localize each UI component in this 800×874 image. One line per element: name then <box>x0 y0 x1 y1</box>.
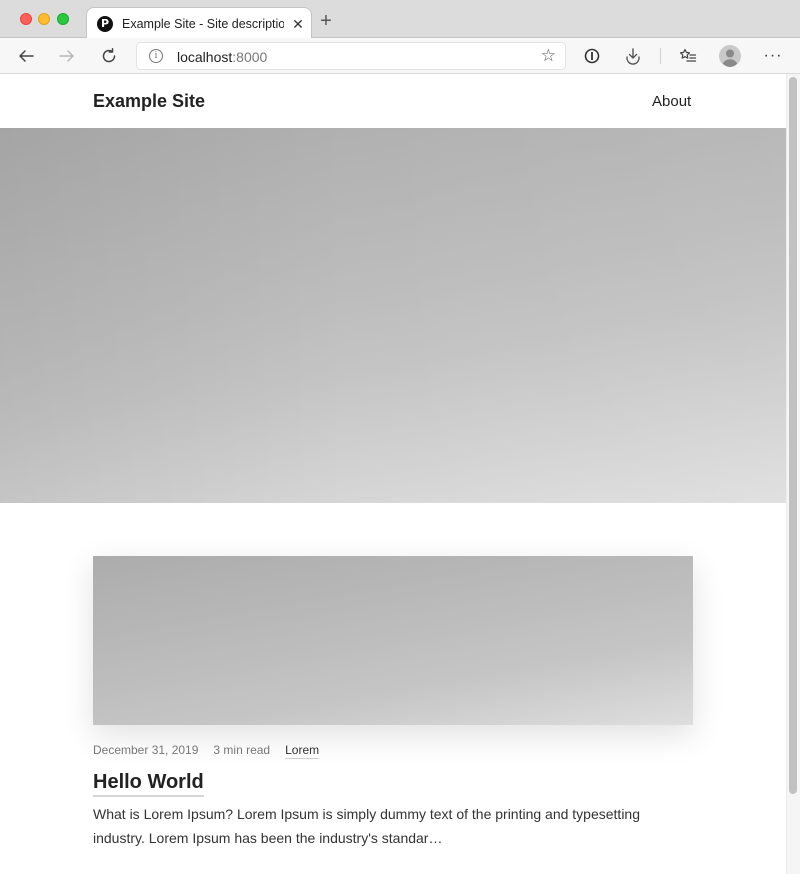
post-tag-link[interactable]: Lorem <box>285 743 320 759</box>
post-meta: December 31, 2019 3 min read Lorem <box>93 743 320 759</box>
downloads-icon[interactable] <box>621 44 645 68</box>
browser-tab[interactable]: P Example Site - Site description ✕ <box>86 7 312 39</box>
site-header: Example Site About <box>0 74 786 128</box>
favorites-list-icon[interactable] <box>676 44 700 68</box>
scrollbar-thumb[interactable] <box>789 77 797 794</box>
new-tab-icon[interactable]: + <box>316 11 336 31</box>
url-host: localhost <box>177 49 233 65</box>
post-excerpt: What is Lorem Ipsum? Lorem Ipsum is simp… <box>93 806 641 846</box>
nav-link-about[interactable]: About <box>652 93 691 110</box>
site-title[interactable]: Example Site <box>93 91 205 112</box>
window-minimize-button[interactable] <box>38 13 50 25</box>
address-bar[interactable]: i localhost:8000 ☆ <box>136 42 566 70</box>
tab-close-icon[interactable]: ✕ <box>290 16 306 32</box>
site-favicon-icon: P <box>97 15 113 32</box>
post-date: December 31, 2019 <box>93 743 199 757</box>
back-arrow-icon[interactable] <box>14 44 38 68</box>
more-menu-icon[interactable]: ··· <box>761 44 785 68</box>
post-read-time: 3 min read <box>213 743 271 757</box>
star-icon[interactable]: ☆ <box>541 47 556 65</box>
window-maximize-button[interactable] <box>57 13 69 25</box>
page-viewport: Example Site About December 31, 2019 3 m… <box>0 74 800 874</box>
post-card-image[interactable] <box>93 556 693 725</box>
scrollbar-track[interactable] <box>786 74 800 874</box>
refresh-icon[interactable] <box>97 44 121 68</box>
toolbar-divider <box>660 48 661 64</box>
browser-titlebar: P Example Site - Site description ✕ + <box>0 0 800 39</box>
url-port: :8000 <box>232 49 268 65</box>
post-title-link[interactable]: Hello World <box>93 770 204 797</box>
browser-toolbar: i localhost:8000 ☆ ··· <box>0 38 800 74</box>
url-text: localhost:8000 <box>177 49 267 65</box>
forward-arrow-icon[interactable] <box>55 44 79 68</box>
profile-avatar-icon[interactable] <box>718 44 742 68</box>
tab-title: Example Site - Site description <box>122 16 284 31</box>
hero-image <box>0 128 786 503</box>
reader-mode-icon[interactable] <box>580 44 604 68</box>
info-icon[interactable]: i <box>149 49 163 63</box>
window-close-button[interactable] <box>20 13 32 25</box>
